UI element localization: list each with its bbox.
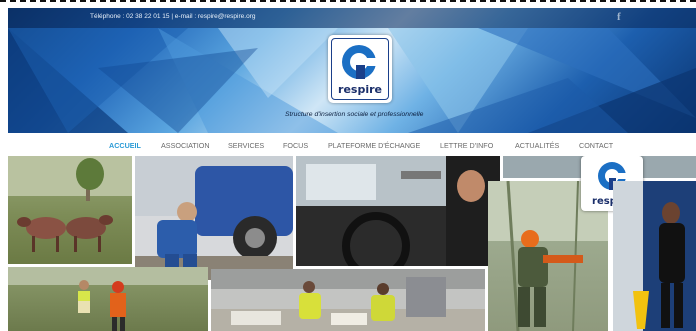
cleaner-photo bbox=[613, 181, 696, 331]
logo-symbol-icon bbox=[342, 45, 379, 79]
nav-accueil[interactable]: ACCUEIL bbox=[109, 141, 141, 150]
nav-plateforme[interactable]: PLATEFORME D'ÉCHANGE bbox=[328, 141, 420, 150]
site-tagline: Structure d'insertion sociale et profess… bbox=[285, 111, 424, 118]
contact-info: Téléphone : 02 38 22 01 15 | e-mail : re… bbox=[90, 13, 256, 20]
logo-text: respire bbox=[338, 83, 382, 96]
car-interior-photo bbox=[296, 156, 500, 266]
nav-association[interactable]: ASSOCIATION bbox=[161, 141, 210, 150]
nav-focus[interactable]: FOCUS bbox=[283, 141, 308, 150]
facebook-icon[interactable]: f bbox=[617, 11, 621, 23]
nav-actualites[interactable]: ACTUALITÉS bbox=[515, 141, 559, 150]
nav-lettre-info[interactable]: LETTRE D'INFO bbox=[440, 141, 493, 150]
nav-contact[interactable]: CONTACT bbox=[579, 141, 613, 150]
field-workers-photo bbox=[8, 267, 208, 331]
sorting-workers-photo bbox=[211, 269, 485, 331]
nav-services[interactable]: SERVICES bbox=[228, 141, 264, 150]
mechanic-photo bbox=[135, 156, 293, 280]
logo-frame: respire bbox=[331, 38, 389, 100]
respire-logo[interactable]: respire bbox=[328, 35, 392, 103]
sheep-photo bbox=[8, 156, 132, 264]
page-top-border bbox=[0, 0, 696, 4]
photo-mosaic: respire bbox=[8, 156, 696, 331]
